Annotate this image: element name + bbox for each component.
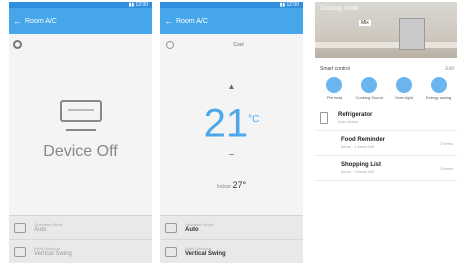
mode-icon	[14, 222, 26, 233]
app-header: ← Room A/C	[9, 8, 152, 34]
list-item[interactable]: Food Reminder Items · 4 items left 2 ite…	[315, 131, 457, 156]
target-temperature: 21°C	[160, 98, 303, 145]
smart-mode-list: Pre heat Cooking Sound Oven light Energy…	[315, 74, 457, 100]
smart-control-title: Smart control	[320, 66, 350, 72]
wind-direction-row[interactable]: Wind Direction Vertical Swing	[9, 240, 152, 263]
fridge-illustration	[399, 18, 425, 50]
kitchen-hero-image: Cooking mode Mix	[315, 2, 457, 58]
current-mode-label: Cool	[233, 42, 244, 48]
device-off-text: Device Off	[43, 143, 118, 160]
operation-mode-value: Auto	[34, 227, 47, 233]
energy-icon	[430, 77, 447, 93]
refrigerator-status: Auto status	[338, 119, 359, 124]
temperature-down-button[interactable]: −	[160, 150, 303, 161]
hero-tag: Mix	[359, 20, 371, 26]
hero-title: Cooking mode	[320, 6, 359, 12]
smart-mode-preheat[interactable]: Pre heat	[318, 74, 350, 100]
air-conditioner-icon	[59, 100, 102, 122]
target-temperature-value: 21	[203, 101, 249, 146]
mode-label: Cooking Sound	[355, 95, 383, 100]
page-title: Room A/C	[25, 17, 57, 25]
settings-panel: Operation Mode Auto Wind Direction Verti…	[160, 215, 303, 263]
mode-label: Energy saving	[425, 95, 452, 100]
settings-panel: Operation Mode Auto Wind Direction Verti…	[9, 215, 152, 263]
list-item-count: 3 items	[440, 165, 453, 171]
operation-mode-row[interactable]: Operation Mode Auto	[9, 216, 152, 240]
refrigerator-icon	[320, 112, 328, 124]
list-item-count: 2 items	[440, 140, 453, 146]
operation-mode-value: Auto	[185, 227, 199, 233]
light-icon	[395, 77, 412, 93]
list-item[interactable]: Shopping List Items · 3 items left 3 ite…	[315, 156, 457, 181]
list-item-name: Food Reminder	[341, 137, 386, 143]
smart-control-edit[interactable]: Edit	[445, 66, 454, 72]
wind-direction-value: Vertical Swing	[34, 251, 72, 257]
power-icon[interactable]	[166, 41, 174, 49]
preheat-icon	[326, 77, 343, 93]
phone-screen-temperature: ▮▮ 12:00 ← Room A/C Cool ▲ 21°C − Indoor…	[160, 2, 303, 263]
sound-icon	[361, 77, 378, 93]
wind-direction-row[interactable]: Wind Direction Vertical Swing	[160, 240, 303, 263]
smart-mode-light[interactable]: Oven light	[388, 74, 420, 100]
back-arrow-icon[interactable]: ←	[13, 16, 22, 26]
back-arrow-icon[interactable]: ←	[164, 16, 173, 26]
refrigerator-row[interactable]: Refrigerator Auto status	[315, 106, 457, 131]
device-off-area: Device Off	[9, 64, 152, 161]
list-item-sub: Items · 3 items left	[341, 169, 374, 174]
current-temperature-value: 27°	[232, 180, 247, 190]
mode-row: Cool	[160, 38, 303, 52]
wind-direction-value: Vertical Swing	[185, 251, 226, 257]
counter-shape	[315, 42, 457, 48]
mode-label: Oven light	[394, 95, 413, 100]
refrigerator-name: Refrigerator	[338, 112, 373, 118]
operation-mode-row[interactable]: Operation Mode Auto	[160, 216, 303, 240]
temperature-unit: °C	[248, 114, 260, 125]
current-temperature-label: Indoor	[216, 184, 232, 190]
smart-mode-energy[interactable]: Energy saving	[423, 74, 455, 100]
page-title: Room A/C	[176, 17, 208, 25]
temperature-up-button[interactable]: ▲	[160, 82, 303, 91]
smart-mode-sound[interactable]: Cooking Sound	[353, 74, 385, 100]
list-item-sub: Items · 4 items left	[341, 144, 374, 149]
wind-icon	[14, 246, 26, 257]
phone-screen-device-off: ▮▮ 12:00 ← Room A/C Device Off Operation…	[9, 2, 152, 263]
phone-screen-smart-control: Cooking mode Mix Smart control Edit Pre …	[315, 2, 457, 263]
mode-label: Pre heat	[326, 95, 342, 100]
app-header: ← Room A/C	[160, 8, 303, 34]
list-item-name: Shopping List	[341, 162, 381, 168]
current-temperature: Indoor 27°	[160, 180, 303, 190]
mode-icon	[165, 222, 177, 233]
wind-icon	[165, 246, 177, 257]
smart-control-header: Smart control Edit	[315, 58, 457, 74]
power-icon[interactable]	[13, 40, 22, 49]
